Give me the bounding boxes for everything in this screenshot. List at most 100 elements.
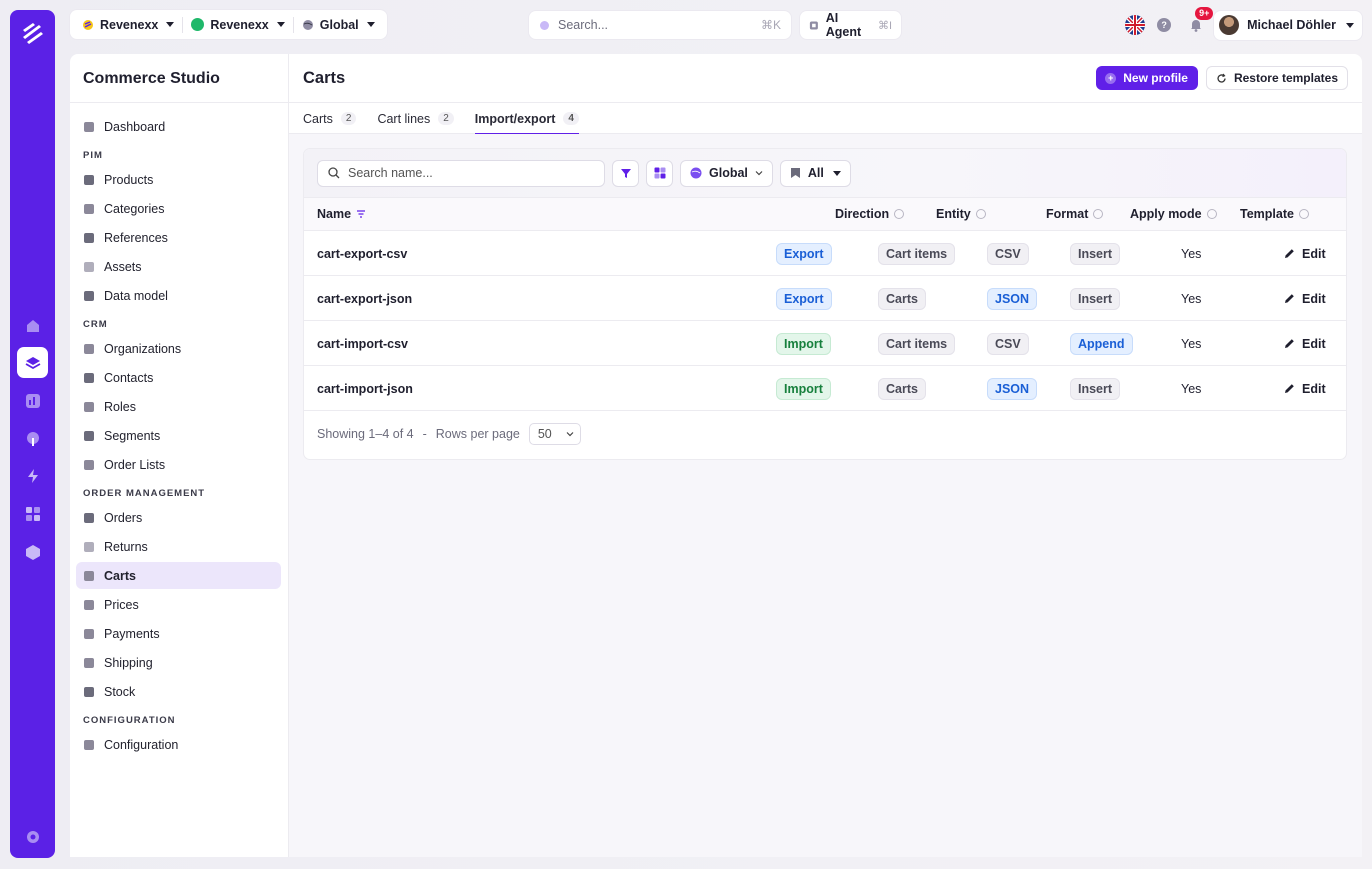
payments-icon (84, 628, 94, 639)
sidebar-item-orders[interactable]: Orders (76, 504, 281, 531)
settings-gear-icon[interactable] (17, 821, 48, 852)
layers-icon[interactable] (17, 347, 48, 378)
pin-icon[interactable] (17, 423, 48, 454)
sidebar-item-label: Shipping (104, 655, 153, 670)
table-cell: Cart items (878, 231, 956, 276)
column-header-template[interactable]: Template (1240, 207, 1309, 221)
app-rail (10, 10, 55, 858)
edit-template-button[interactable]: Edit (1284, 292, 1326, 306)
sidebar-item-assets[interactable]: Assets (76, 253, 281, 280)
profile-name[interactable]: cart-import-csv (317, 337, 408, 351)
table-cell: Carts (878, 276, 926, 321)
tab-import-export[interactable]: Import/export 4 (474, 103, 580, 135)
pencil-icon (1285, 384, 1294, 393)
dashboard-icon (84, 121, 94, 132)
notifications-bell-icon[interactable]: 9+ (1188, 7, 1214, 33)
tab-label: Import/export (474, 111, 556, 126)
region-selector[interactable]: Global (296, 10, 381, 39)
sidebar-item-categories[interactable]: Categories (76, 195, 281, 222)
sidebar-item-label: Payments (104, 626, 160, 641)
sidebar-item-configuration[interactable]: Configuration (76, 731, 281, 758)
sidebar-item-order-lists[interactable]: Order Lists (76, 451, 281, 478)
edit-label: Edit (1302, 246, 1326, 261)
analytics-icon[interactable] (17, 385, 48, 416)
profile-name[interactable]: cart-export-csv (317, 247, 407, 261)
channel-selector[interactable]: Revenexx (185, 10, 290, 39)
sidebar-item-shipping[interactable]: Shipping (76, 649, 281, 676)
sidebar-item-carts[interactable]: Carts (76, 562, 281, 589)
tab-carts[interactable]: Carts 2 (303, 103, 357, 134)
filter-button[interactable] (612, 159, 639, 187)
view-toggle-button[interactable] (646, 159, 673, 187)
apps-grid-icon[interactable] (17, 498, 48, 529)
sidebar-item-stock[interactable]: Stock (76, 678, 281, 705)
tab-label: Cart lines (377, 111, 431, 126)
column-header-name[interactable]: Name (317, 207, 366, 221)
tab-cart-lines[interactable]: Cart lines 2 (377, 103, 454, 134)
edit-template-button[interactable]: Edit (1284, 382, 1326, 396)
sidebar-item-payments[interactable]: Payments (76, 620, 281, 647)
table-row[interactable]: cart-export-json Export Carts JSON Insert Yes… (304, 276, 1346, 321)
sidebar-item-organizations[interactable]: Organizations (76, 335, 281, 362)
new-profile-button[interactable]: + New profile (1096, 66, 1198, 90)
filter-icon (620, 169, 631, 178)
table-header: Name Direction Entity Format Apply mode … (304, 197, 1346, 231)
sidebar-item-data-model[interactable]: Data model (76, 282, 281, 309)
sidebar-item-label: Stock (104, 684, 136, 699)
table-row[interactable]: cart-export-csv Export Cart items CSV Insert… (304, 231, 1346, 276)
name-search[interactable] (317, 159, 605, 187)
home-icon[interactable] (17, 310, 48, 341)
column-header-apply-mode[interactable]: Apply mode (1130, 207, 1217, 221)
sidebar-item-prices[interactable]: Prices (76, 591, 281, 618)
profile-name[interactable]: cart-export-json (317, 292, 412, 306)
sidebar-item-products[interactable]: Products (76, 166, 281, 193)
restore-templates-button[interactable]: Restore templates (1205, 66, 1348, 90)
sidebar-item-returns[interactable]: Returns (76, 533, 281, 560)
globe-icon (690, 167, 702, 179)
entity-badge: Cart items (878, 242, 956, 265)
shipping-icon (84, 657, 94, 668)
stock-icon (84, 686, 94, 697)
column-header-entity[interactable]: Entity (936, 207, 986, 221)
rows-per-page-select[interactable]: 50 (528, 422, 581, 445)
channel-label: Revenexx (210, 17, 269, 32)
ai-agent-button[interactable]: AI Agent ⌘I (800, 11, 901, 39)
sidebar-item-segments[interactable]: Segments (76, 422, 281, 449)
edit-template-button[interactable]: Edit (1284, 247, 1326, 261)
profile-name[interactable]: cart-import-json (317, 382, 413, 396)
column-header-format[interactable]: Format (1046, 207, 1104, 221)
sidebar-item-roles[interactable]: Roles (76, 393, 281, 420)
sidebar-item-label: Prices (104, 597, 139, 612)
chevron-down-icon (1346, 22, 1354, 28)
segments-icon (84, 430, 94, 441)
lightning-icon[interactable] (17, 460, 48, 491)
app-logo-icon[interactable] (19, 20, 47, 48)
name-search-input[interactable] (348, 166, 588, 180)
edit-template-button[interactable]: Edit (1284, 337, 1326, 351)
edit-label: Edit (1302, 336, 1326, 351)
search-icon (540, 20, 549, 30)
help-icon[interactable]: ? (1157, 18, 1172, 32)
body-area: Global All Name Direction Enti (289, 134, 1362, 857)
grid-view-icon (654, 167, 665, 179)
order-lists-icon (84, 459, 94, 470)
global-search[interactable]: Search... ⌘K (529, 11, 791, 39)
user-menu[interactable]: Michael Döhler (1214, 10, 1362, 40)
table-cell: Cart items (878, 321, 956, 366)
sidebar-item-contacts[interactable]: Contacts (76, 364, 281, 391)
bookmark-filter-dropdown[interactable]: All (779, 159, 851, 187)
table-row[interactable]: cart-import-csv Import Cart items CSV Append… (304, 321, 1346, 366)
cube-icon[interactable] (17, 536, 48, 567)
direction-badge: Import (776, 332, 831, 355)
uk-flag-icon[interactable] (1125, 15, 1146, 35)
scope-dropdown[interactable]: Global (680, 159, 773, 187)
sidebar-item-references[interactable]: References (76, 224, 281, 251)
table-row[interactable]: cart-import-json Import Carts JSON Insert Yes… (304, 366, 1346, 411)
tenant-selector[interactable]: Revenexx (76, 10, 180, 39)
column-header-direction[interactable]: Direction (835, 207, 905, 221)
ai-agent-shortcut: ⌘I (877, 19, 892, 32)
apply-mode-value: Yes (1181, 336, 1202, 351)
global-search-placeholder: Search... (558, 18, 609, 32)
sort-icon (975, 209, 986, 219)
sidebar-item-dashboard[interactable]: Dashboard (76, 113, 281, 140)
